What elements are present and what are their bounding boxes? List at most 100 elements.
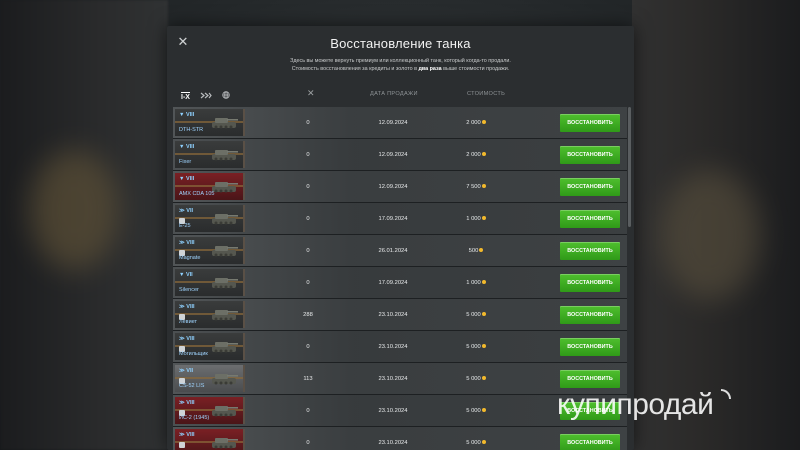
tank-thumbnail[interactable]: ≫ VIII	[175, 429, 245, 450]
tank-thumbnail[interactable]: ▼ VIII AMX CDA 105	[175, 173, 245, 200]
tank-image	[212, 150, 238, 161]
chevrons-icon[interactable]	[200, 92, 212, 101]
sale-date: 17.09.2024	[378, 280, 408, 286]
tank-thumbnail[interactable]: ≫ VII CS-52 LIS	[175, 365, 245, 392]
tank-thumbnail[interactable]: ▼ VIII Fixer	[175, 141, 245, 168]
gold-coin-icon	[481, 280, 486, 285]
tank-x-value: 288	[303, 312, 313, 318]
cost-value: 5 000	[466, 344, 481, 350]
tank-image	[212, 246, 238, 257]
scrollbar[interactable]	[628, 107, 631, 227]
tank-tier: ≫ VIII	[179, 432, 195, 438]
restore-cost: 2 000	[451, 107, 501, 139]
modal-title: Восстановление танка	[330, 36, 471, 51]
tank-tier: ≫ VIII	[179, 240, 195, 246]
tank-image	[212, 438, 238, 449]
gold-coin-icon	[481, 312, 486, 317]
tank-x-value: 0	[306, 216, 310, 222]
restore-cost: 5 000	[451, 299, 501, 331]
tank-thumbnail[interactable]: ≫ VIII Левиет	[175, 301, 245, 328]
tank-name: DTH-STR	[179, 127, 204, 133]
tank-image	[212, 342, 238, 353]
restore-button[interactable]: ВОССТАНОВИТЬ	[560, 338, 620, 356]
gold-coin-icon	[481, 152, 486, 157]
restore-button[interactable]: ВОССТАНОВИТЬ	[560, 242, 620, 260]
restore-cost: 500	[451, 235, 501, 267]
tank-name: Magnate	[179, 255, 201, 261]
cost-value: 2 000	[466, 152, 481, 158]
tank-thumbnail[interactable]: ≫ VIII ИС-2 (1945)	[175, 397, 245, 424]
tank-x-value: 0	[306, 344, 310, 350]
tank-x-value: 113	[303, 376, 313, 382]
restore-button[interactable]: ВОССТАНОВИТЬ	[560, 306, 620, 324]
sale-date: 12.09.2024	[378, 120, 408, 126]
tank-thumbnail[interactable]: ≫ VIII Mогильщик	[175, 333, 245, 360]
tank-x-value: 0	[306, 440, 310, 446]
background-light	[30, 150, 120, 270]
cost-value: 5 000	[466, 312, 481, 318]
cost-value: 5 000	[466, 408, 481, 414]
column-header-cost[interactable]: СТОИМОСТЬ	[467, 91, 505, 97]
restore-cost: 5 000	[451, 427, 501, 450]
column-header-date[interactable]: ДАТА ПРОДАЖИ	[370, 91, 418, 97]
gold-coin-icon	[481, 184, 486, 189]
restore-button[interactable]: ВОССТАНОВИТЬ	[560, 370, 620, 388]
tank-x-value: 0	[306, 152, 310, 158]
cost-value: 7 500	[466, 184, 481, 190]
tank-tier: ▼ VIII	[179, 144, 195, 150]
tank-thumbnail[interactable]: ≫ VII E-25	[175, 205, 245, 232]
tank-x-value: 0	[306, 280, 310, 286]
tank-thumbnail[interactable]: ▼ VII Silencer	[175, 269, 245, 296]
sale-date: 26.01.2024	[378, 248, 408, 254]
tank-image	[212, 310, 238, 321]
restore-button[interactable]: ВОССТАНОВИТЬ	[560, 114, 620, 132]
tank-thumbnail[interactable]: ▼ VIII DTH-STR	[175, 109, 245, 136]
restore-button[interactable]: ВОССТАНОВИТЬ	[560, 146, 620, 164]
sale-date: 12.09.2024	[378, 184, 408, 190]
tank-image	[212, 118, 238, 129]
restore-button[interactable]: ВОССТАНОВИТЬ	[560, 178, 620, 196]
table-row: ≫ VIII Mогильщик 0 23.10.2024 5 000 ВОСС…	[173, 331, 627, 363]
globe-icon[interactable]	[222, 91, 230, 101]
cost-value: 5 000	[466, 440, 481, 446]
description-line-1: Здесь вы можете вернуть премиум или колл…	[290, 58, 511, 64]
tank-name: ИС-2 (1945)	[179, 415, 210, 421]
restore-button[interactable]: ВОССТАНОВИТЬ	[560, 210, 620, 228]
table-row: ▼ VIII Fixer 0 12.09.2024 2 000 ВОССТАНО…	[173, 139, 627, 171]
tank-tier: ≫ VII	[179, 368, 194, 374]
tank-name: AMX CDA 105	[179, 191, 215, 197]
tank-thumbnail[interactable]: ≫ VIII Magnate	[175, 237, 245, 264]
cost-value: 1 000	[466, 216, 481, 222]
tier-filter-tab[interactable]: I-X	[181, 91, 190, 101]
tank-tier: ≫ VII	[179, 208, 194, 214]
tank-tier: ≫ VIII	[179, 336, 195, 342]
restore-cost: 5 000	[451, 363, 501, 395]
column-header-x-icon[interactable]: ✕	[307, 88, 315, 99]
restore-cost: 5 000	[451, 395, 501, 427]
tank-image	[212, 214, 238, 225]
sale-date: 12.09.2024	[378, 152, 408, 158]
tank-x-value: 0	[306, 248, 310, 254]
restore-tank-modal: ✕ Восстановление танка Здесь вы можете в…	[167, 26, 634, 450]
gold-coin-icon	[479, 248, 484, 253]
table-row: ≫ VIII Magnate 0 26.01.2024 500 ВОССТАНО…	[173, 235, 627, 267]
tank-x-value: 0	[306, 120, 310, 126]
restore-cost: 1 000	[451, 203, 501, 235]
sale-date: 23.10.2024	[378, 408, 408, 414]
cost-value: 2 000	[466, 120, 481, 126]
cost-value: 500	[468, 248, 479, 254]
table-row: ≫ VIII 0 23.10.2024 5 000 ВОССТАНОВИТЬ	[173, 427, 627, 450]
restore-button[interactable]: ВОССТАНОВИТЬ	[560, 274, 620, 292]
table-row: ▼ VII Silencer 0 17.09.2024 1 000 ВОССТА…	[173, 267, 627, 299]
shield-icon	[179, 442, 185, 448]
tank-x-value: 0	[306, 408, 310, 414]
tank-name: Левиет	[179, 319, 198, 325]
filter-bar: I-X	[181, 89, 230, 103]
tank-name: CS-52 LIS	[179, 383, 205, 389]
restore-button[interactable]: ВОССТАНОВИТЬ	[560, 434, 620, 450]
tank-name: E-25	[179, 223, 191, 229]
background-light	[660, 170, 760, 300]
description-line-2-end: выше стоимости продажи.	[441, 66, 510, 72]
table-row: ≫ VII E-25 0 17.09.2024 1 000 ВОССТАНОВИ…	[173, 203, 627, 235]
tank-image	[212, 278, 238, 289]
